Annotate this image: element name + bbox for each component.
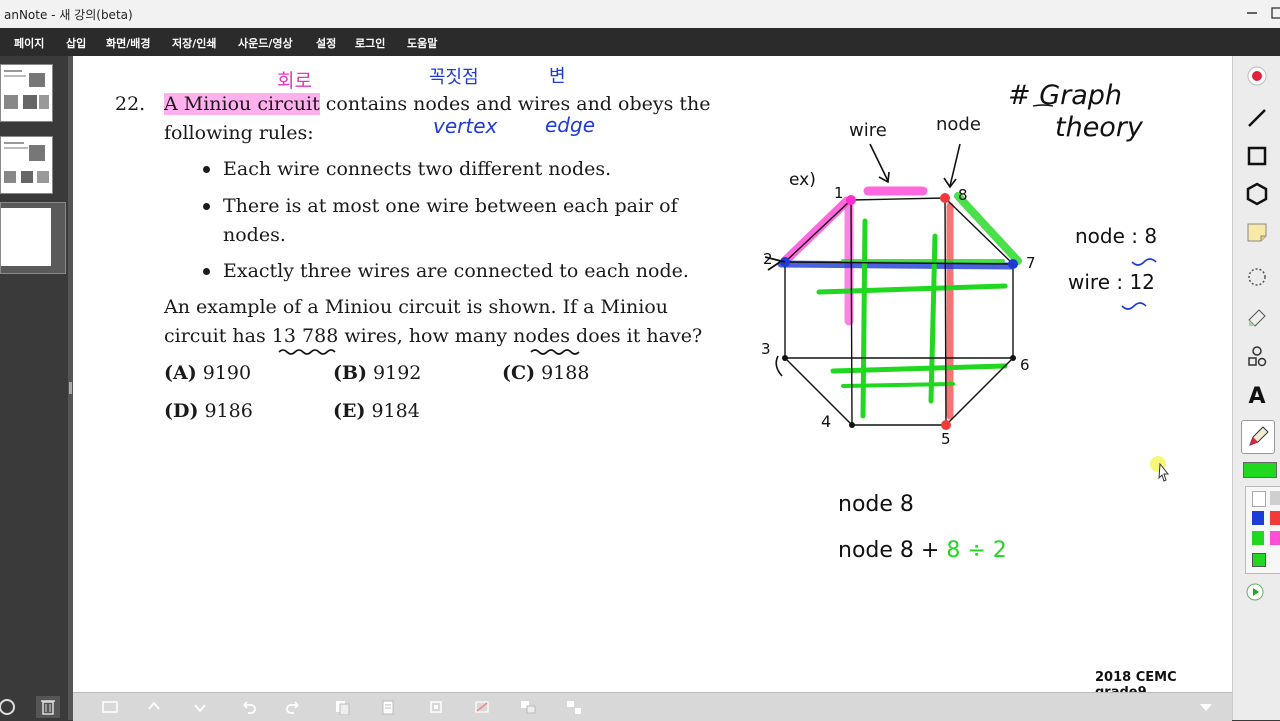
paste-icon[interactable]: [379, 699, 397, 715]
annotation-graph: # Graph: [1008, 80, 1123, 111]
rectangle-icon[interactable]: [1243, 142, 1271, 170]
text-icon[interactable]: A: [1243, 380, 1271, 408]
color-swatch-white[interactable]: [1252, 491, 1266, 507]
node-number-8: 8: [958, 186, 968, 204]
group-icon[interactable]: [519, 699, 537, 715]
color-swatch-red[interactable]: [1270, 511, 1280, 525]
annotation-node-count: node : 8: [1075, 224, 1158, 248]
annotation-example: ex): [789, 170, 816, 190]
line-icon[interactable]: [1243, 104, 1271, 132]
color-swatch-blue[interactable]: [1252, 511, 1264, 525]
node-number-5: 5: [941, 430, 951, 448]
current-page-selection[interactable]: [0, 202, 66, 274]
bottom-toolbar: [73, 692, 1232, 721]
custom-color-swatch[interactable]: [1252, 553, 1266, 567]
node-number-6: 6: [1020, 356, 1030, 374]
page-thumbnail[interactable]: [0, 136, 53, 194]
menu-save[interactable]: 저장/인쇄: [172, 35, 217, 51]
record-icon[interactable]: [1243, 62, 1271, 90]
delete-selection-icon[interactable]: [473, 699, 491, 715]
menu-help[interactable]: 도움말: [407, 35, 437, 51]
cursor-pointer-icon: [1150, 456, 1170, 482]
pen-tool-active[interactable]: [1241, 420, 1275, 454]
color-palette: [1245, 486, 1280, 574]
node-number-2: 2: [763, 250, 773, 268]
sticky-note-icon[interactable]: [1243, 218, 1271, 246]
diagram-wire-label: wire: [849, 120, 887, 141]
undo-icon[interactable]: [239, 699, 257, 715]
node-number-3: 3: [761, 340, 771, 358]
lasso-icon[interactable]: [1243, 263, 1271, 291]
minimize-icon[interactable]: [1242, 4, 1262, 22]
lecture-page[interactable]: 22. A Miniou circuit contains nodes and …: [73, 56, 1232, 700]
ink-layer: [278, 104, 1157, 430]
page-thumbnail[interactable]: [0, 64, 53, 122]
current-page-thumbnail: [1, 208, 51, 266]
page-sidebar: [0, 56, 68, 720]
menu-settings[interactable]: 설정: [316, 35, 336, 51]
diagram-node-label: node: [936, 114, 981, 135]
menu-page[interactable]: 페이지: [14, 35, 44, 51]
scroll-down-icon[interactable]: [1197, 699, 1215, 715]
page-up-icon[interactable]: [145, 699, 163, 715]
annotation-wire-count: wire : 12: [1068, 270, 1155, 294]
node-number-1: 1: [834, 184, 844, 202]
pen-icon: [1249, 426, 1269, 446]
annotation-bottom-line-1: node 8: [838, 492, 914, 517]
color-swatch-pink[interactable]: [1270, 531, 1280, 545]
svg-text:A: A: [1248, 384, 1265, 408]
menu-insert[interactable]: 삽입: [66, 35, 86, 51]
eraser-icon[interactable]: [1243, 302, 1271, 330]
menu-login[interactable]: 로그인: [355, 35, 385, 51]
trash-icon[interactable]: [36, 696, 60, 718]
app-title: anNote - 새 강의(beta): [4, 8, 133, 22]
thumbnail-preview-icon: [4, 70, 49, 109]
annotation-theory: theory: [1055, 112, 1143, 143]
shapes-icon[interactable]: [1243, 342, 1271, 370]
node-number-7: 7: [1026, 254, 1036, 272]
annotation-bottom-line-2: node 8 + 8 ÷ 2: [838, 538, 1007, 563]
page-down-icon[interactable]: [191, 699, 209, 715]
drawing-toolbar: A: [1232, 56, 1280, 720]
fit-icon[interactable]: [101, 699, 119, 715]
color-swatch-gray[interactable]: [1270, 491, 1280, 505]
maximize-icon[interactable]: [1268, 4, 1280, 22]
node-number-4: 4: [821, 412, 832, 431]
ungroup-icon[interactable]: [565, 699, 583, 715]
hexagon-icon[interactable]: [1243, 180, 1271, 208]
color-swatch-green[interactable]: [1252, 531, 1264, 545]
title-bar: anNote - 새 강의(beta): [0, 0, 1280, 29]
add-page-icon[interactable]: [0, 696, 20, 718]
menu-bar: 페이지 삽입 화면/배경 저장/인쇄 사운드/영상 설정 로그인 도움말: [0, 28, 1280, 56]
copy-icon[interactable]: [333, 699, 351, 715]
redo-icon[interactable]: [285, 699, 303, 715]
pen-color-selector[interactable]: [1243, 462, 1277, 478]
crop-icon[interactable]: [427, 699, 445, 715]
thumbnail-preview-icon: [4, 142, 49, 183]
menu-sound[interactable]: 사운드/영상: [238, 35, 293, 51]
menu-screen[interactable]: 화면/배경: [106, 35, 151, 51]
annotation-bottom-green: 8 ÷ 2: [946, 538, 1007, 563]
play-icon[interactable]: [1245, 582, 1265, 602]
